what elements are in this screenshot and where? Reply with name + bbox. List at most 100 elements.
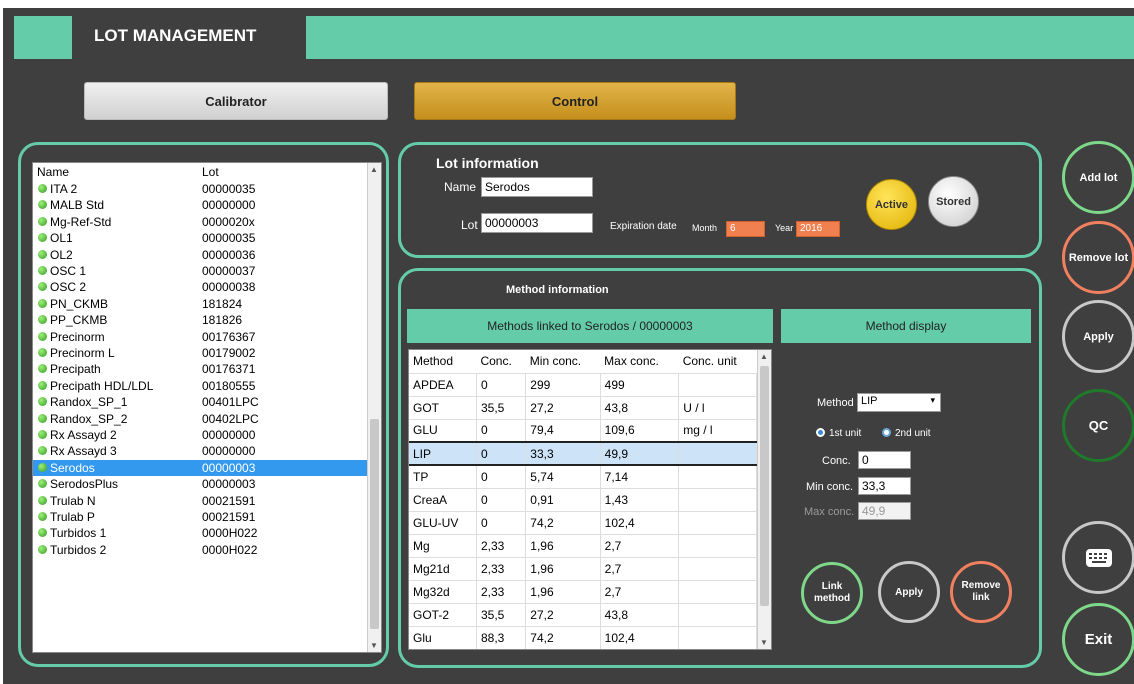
table-cell: 2,7 [600,580,680,604]
table-row[interactable]: GOT-2 35,5 27,2 43,8 [409,603,757,627]
lot-list-item[interactable]: Rx Assayd 3 00000000 [33,443,367,459]
lot-list-item[interactable]: SerodosPlus 00000003 [33,476,367,492]
remove-lot-button[interactable]: Remove lot [1062,221,1134,294]
link-method-button[interactable]: Link method [801,562,863,624]
active-button[interactable]: Active [866,179,917,230]
table-row[interactable]: GLU 0 79,4 109,6 mg / l [409,419,757,443]
table-row[interactable]: Mg21d 2,33 1,96 2,7 [409,557,757,581]
method-select[interactable]: LIP ▾ [857,393,941,412]
apply-method-button[interactable]: Apply [878,561,940,623]
keyboard-button[interactable] [1062,521,1134,594]
lot-list-item[interactable]: Rx Assayd 2 00000000 [33,427,367,443]
min-conc-label: Min conc. [806,481,854,493]
name-field[interactable]: Serodos [481,177,593,197]
scroll-up-icon[interactable]: ▲ [370,165,378,174]
lot-list-item[interactable]: OSC 2 00000038 [33,279,367,295]
lot-field[interactable]: 00000003 [481,213,593,233]
lot-list-item[interactable]: ITA 2 00000035 [33,181,367,197]
apply-button[interactable]: Apply [1062,300,1134,373]
table-row[interactable]: GLU-UV 0 74,2 102,4 [409,511,757,535]
chevron-down-icon[interactable]: ▾ [930,395,935,406]
table-cell: Mg [409,534,477,558]
lot-name: PN_CKMB [50,296,109,311]
column-header[interactable]: Min conc. [525,350,601,374]
table-row[interactable]: Mg32d 2,33 1,96 2,7 [409,580,757,604]
lot-list-item[interactable]: Mg-Ref-Std 0000020x [33,214,367,230]
max-conc-label: Max conc. [804,506,855,518]
lot-list-item[interactable]: OL1 00000035 [33,230,367,246]
status-dot-icon [38,380,47,390]
table-cell: 27,2 [525,603,601,627]
lot-list-item[interactable]: Precipath HDL/LDL 00180555 [33,378,367,394]
table-cell: LIP [409,441,477,466]
table-row[interactable]: Mg 2,33 1,96 2,7 [409,534,757,558]
status-dot-icon [38,528,47,538]
lot-list-item[interactable]: OL2 00000036 [33,247,367,263]
lot-number: 00176367 [202,329,256,344]
min-conc-field[interactable]: 33,3 [858,477,911,495]
column-header[interactable]: Max conc. [600,350,679,374]
radio-2nd-unit[interactable]: 2nd unit [882,428,931,439]
lot-list-item[interactable]: Serodos 00000003 [33,459,367,476]
scroll-down-icon[interactable]: ▼ [760,638,768,647]
table-row[interactable]: TP 0 5,74 7,14 [409,465,757,489]
conc-field[interactable]: 0 [858,451,911,469]
scroll-thumb[interactable] [370,419,379,629]
lot-list-item[interactable]: Turbidos 1 0000H022 [33,525,367,541]
column-header-lot[interactable]: Lot [202,165,219,179]
column-header[interactable]: Conc. [476,350,526,374]
lot-list-item[interactable]: Turbidos 2 0000H022 [33,542,367,558]
lot-name: OSC 2 [50,280,87,295]
status-dot-icon [38,462,47,472]
radio-1st-unit[interactable]: 1st unit [816,428,861,439]
table-cell: CreaA [409,488,477,512]
table-cell: 7,14 [600,465,680,489]
scroll-thumb[interactable] [760,366,769,606]
table-row[interactable]: CreaA 0 0,91 1,43 [409,488,757,512]
table-cell [678,534,757,558]
lot-number: 00000035 [202,231,256,246]
lot-list[interactable]: Name Lot ITA 2 00000035 MALB Std 00000000 Mg… [32,162,382,653]
method-select-value: LIP [861,395,878,407]
lot-number: 00401LPC [202,395,259,410]
column-header[interactable]: Conc. unit [678,350,757,374]
tab-calibrator[interactable]: Calibrator [84,82,388,120]
methods-table[interactable]: Method Conc. Min conc. Max conc. Conc. unit … [408,349,772,650]
lot-list-item[interactable]: Precinorm L 00179002 [33,345,367,361]
qc-button[interactable]: QC [1062,389,1134,462]
remove-link-button[interactable]: Remove link [950,561,1012,623]
lot-list-item[interactable]: OSC 1 00000037 [33,263,367,279]
table-row[interactable]: LIP 0 33,3 49,9 [409,441,757,466]
lot-list-item[interactable]: Randox_SP_1 00401LPC [33,394,367,410]
lot-list-item[interactable]: MALB Std 00000000 [33,197,367,213]
tab-control[interactable]: Control [414,82,736,120]
lot-list-item[interactable]: Randox_SP_2 00402LPC [33,411,367,427]
year-field[interactable]: 2016 [796,221,840,237]
keyboard-icon [1085,548,1112,567]
exit-button[interactable]: Exit [1062,603,1134,676]
add-lot-button[interactable]: Add lot [1062,141,1134,214]
lot-list-item[interactable]: Trulab N 00021591 [33,493,367,509]
lot-list-item[interactable]: Trulab P 00021591 [33,509,367,525]
table-cell: U / l [678,396,757,420]
table-row[interactable]: Glu 88,3 74,2 102,4 [409,626,757,649]
table-row[interactable]: GOT 35,5 27,2 43,8 U / l [409,396,757,420]
table-cell: Mg21d [409,557,477,581]
table-row[interactable]: APDEA 0 299 499 [409,373,757,397]
lot-name: Trulab P [50,510,95,524]
scroll-up-icon[interactable]: ▲ [760,352,768,361]
lot-list-scrollbar[interactable]: ▲ ▼ [367,163,381,652]
lot-list-item[interactable]: Precipath 00176371 [33,361,367,377]
column-header[interactable]: Method [409,350,477,374]
month-field[interactable]: 6 [726,221,765,237]
table-row[interactable]: Glu-288,374,2102,4 [409,649,757,650]
lot-number: 181826 [202,313,243,328]
status-dot-icon [38,544,47,554]
lot-list-item[interactable]: PP_CKMB 181826 [33,312,367,328]
methods-table-scrollbar[interactable]: ▲ ▼ [757,350,771,649]
stored-button[interactable]: Stored [928,176,979,227]
scroll-down-icon[interactable]: ▼ [370,641,378,650]
lot-list-item[interactable]: Precinorm 00176367 [33,329,367,345]
column-header-name[interactable]: Name [37,165,69,179]
lot-list-item[interactable]: PN_CKMB 181824 [33,296,367,312]
